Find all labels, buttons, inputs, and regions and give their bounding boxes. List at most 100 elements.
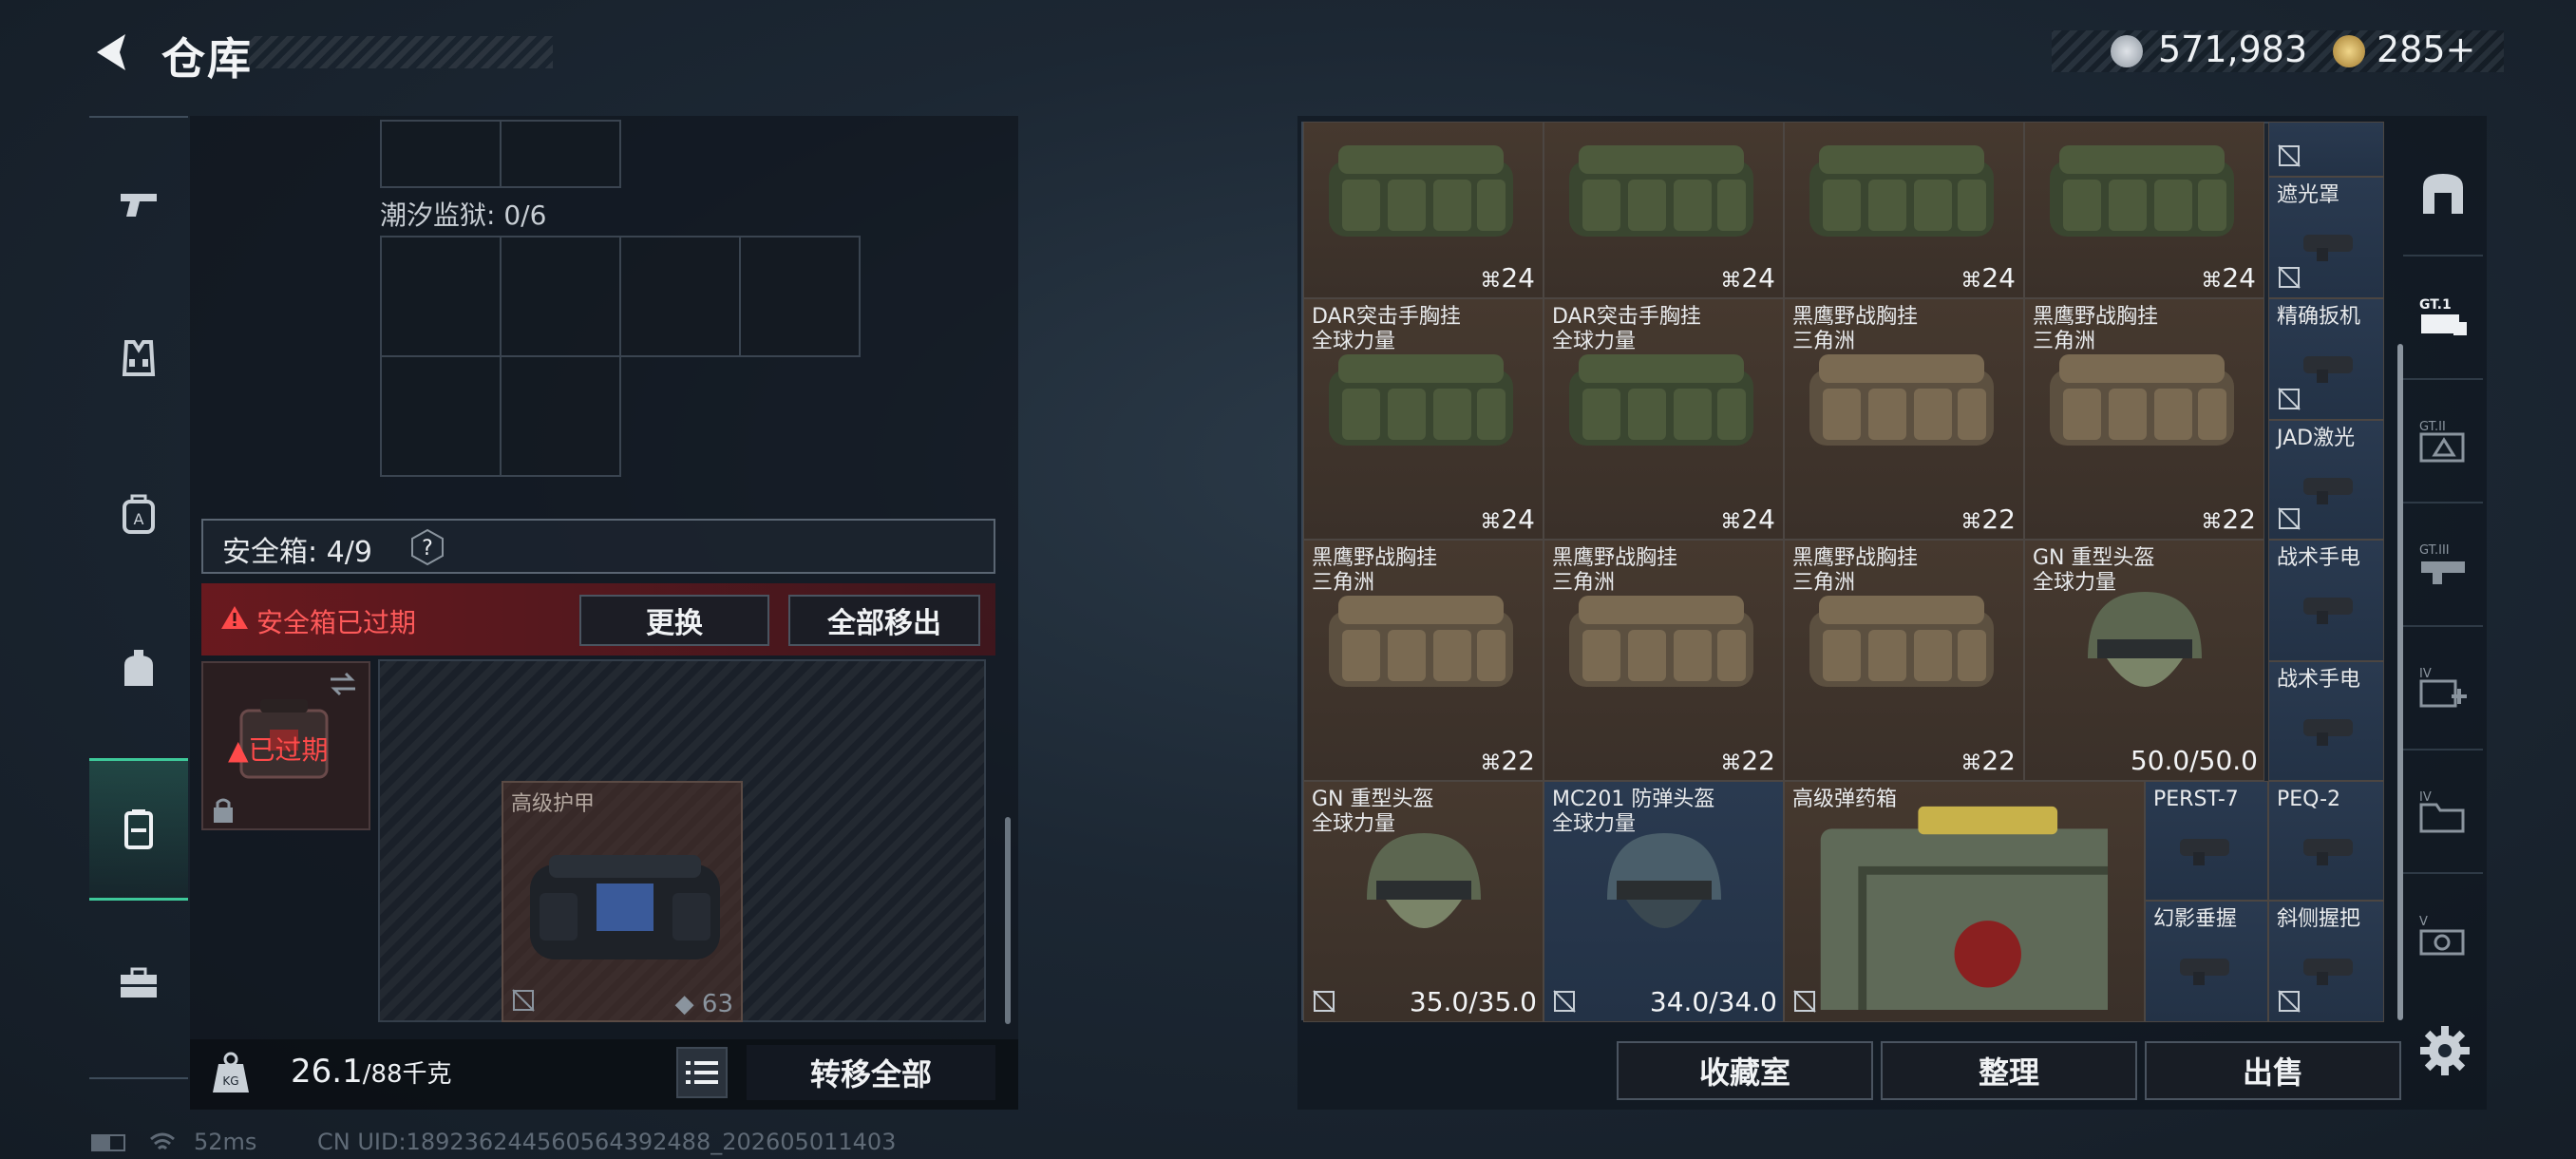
attachment-image [2303, 959, 2353, 985]
nav-item-vest[interactable] [89, 287, 188, 429]
grid-cell[interactable] [380, 355, 502, 477]
svg-text:GT.III: GT.III [2419, 543, 2450, 558]
item-name: 黑鹰野战胸挂 三角洲 [1792, 305, 1919, 353]
grid-cell[interactable] [500, 236, 621, 357]
armor-durability: ◆ 63 [675, 990, 733, 1018]
attachment-item[interactable]: JAD激光 [2268, 420, 2384, 540]
list-view-button[interactable] [676, 1047, 728, 1098]
swap-icon[interactable] [327, 671, 359, 697]
vest-icon: ⌘ [1720, 269, 1742, 293]
inventory-item[interactable]: ⌘24 [2024, 122, 2264, 298]
attachment-image [2180, 959, 2229, 985]
attachment-item[interactable]: 精确扳机 [2268, 298, 2384, 420]
left-scrollbar[interactable] [1005, 817, 1011, 1024]
inventory-item[interactable]: GN 重型头盔 全球力量 35.0/35.0 [1303, 781, 1544, 1022]
attachment-image [2180, 839, 2229, 865]
svg-text:V: V [2419, 915, 2428, 929]
title-decoration [249, 36, 553, 68]
expired-text: 安全箱已过期 [256, 607, 417, 638]
ticket-value[interactable]: 285+ [2377, 28, 2475, 70]
settings-icon[interactable] [2418, 1024, 2472, 1077]
armor-item[interactable]: 高级护甲 ◆ 63 [502, 781, 743, 1022]
inventory-item[interactable]: DAR突击手胸挂 全球力量 ⌘24 [1544, 298, 1784, 540]
inventory-item[interactable]: 黑鹰野战胸挂 三角洲 ⌘22 [2024, 298, 2264, 540]
not-sellable-icon [2278, 990, 2301, 1013]
replace-button[interactable]: 更换 [579, 595, 769, 646]
category-all[interactable] [2403, 133, 2483, 256]
item-image [1329, 145, 1513, 237]
grid-cell[interactable] [619, 236, 741, 357]
grid-cell[interactable] [380, 120, 502, 188]
attachment-image [2303, 356, 2353, 383]
remove-all-button[interactable]: 全部移出 [788, 595, 980, 646]
inventory-item[interactable]: GN 重型头盔 全球力量 50.0/50.0 [2024, 540, 2264, 781]
case-warning-icon: ▲ [228, 734, 249, 766]
attachment-item[interactable]: 战术手电 [2268, 540, 2384, 661]
vest-icon: ⌘ [1720, 510, 1742, 534]
attachment-item[interactable] [2268, 122, 2384, 177]
item-count: ⌘24 [1720, 262, 1775, 294]
attachment-name: JAD激光 [2277, 427, 2356, 450]
category-gear-2[interactable]: GT.II [2403, 380, 2483, 504]
attachment-item[interactable]: 遮光罩 [2268, 177, 2384, 298]
help-icon[interactable]: ? [408, 528, 446, 566]
attachment-item[interactable]: 幻影垂握 [2145, 901, 2268, 1022]
grid-cell[interactable] [739, 236, 861, 357]
inventory-item[interactable]: ⌘24 [1544, 122, 1784, 298]
nav-item-safebox[interactable] [89, 758, 188, 901]
inventory-item[interactable]: 黑鹰野战胸挂 三角洲 ⌘22 [1544, 540, 1784, 781]
back-icon[interactable] [87, 28, 135, 76]
category-gear-1[interactable]: GT.1 [2403, 256, 2483, 380]
inventory-item[interactable]: 高级弹药箱 [1784, 781, 2145, 1022]
ticket-icon [2333, 35, 2365, 67]
svg-text:IV: IV [2419, 790, 2432, 805]
category-gear-3[interactable]: GT.III [2403, 504, 2483, 627]
item-count: ⌘24 [1720, 504, 1775, 535]
inventory-item[interactable]: ⌘24 [1784, 122, 2024, 298]
attachment-item[interactable]: PEQ-2 [2268, 781, 2384, 901]
item-name: GN 重型头盔 全球力量 [2033, 546, 2155, 595]
item-name: MC201 防弹头盔 全球力量 [1552, 788, 1715, 836]
attachment-item[interactable]: PERST-7 [2145, 781, 2268, 901]
not-sellable-icon [512, 989, 535, 1012]
nav-item-toolbox[interactable] [89, 912, 188, 1054]
grid-cell[interactable] [380, 236, 502, 357]
grid-cell[interactable] [500, 120, 621, 188]
grid-cell[interactable] [500, 355, 621, 477]
item-count: ⌘22 [1960, 504, 2016, 535]
item-count-value: 24 [1501, 262, 1535, 294]
inventory-item[interactable]: ⌘24 [1303, 122, 1544, 298]
category-valuables[interactable]: V [2403, 874, 2483, 998]
ticket-plus[interactable]: + [2446, 28, 2476, 70]
inventory-item[interactable]: 黑鹰野战胸挂 三角洲 ⌘22 [1784, 298, 2024, 540]
vest-icon: ⌘ [1480, 510, 1502, 534]
nav-item-weapons[interactable] [89, 133, 188, 276]
sort-button[interactable]: 整理 [1881, 1041, 2137, 1100]
nav-item-backpack[interactable]: A [89, 443, 188, 585]
inventory-item[interactable]: DAR突击手胸挂 全球力量 ⌘24 [1303, 298, 1544, 540]
transfer-all-button[interactable]: 转移全部 [747, 1045, 995, 1100]
safebox-slot[interactable]: ▲已过期 [201, 661, 370, 830]
armor-name: 高级护甲 [511, 792, 596, 816]
item-count: ⌘22 [1960, 745, 2016, 776]
inventory-item[interactable]: 黑鹰野战胸挂 三角洲 ⌘22 [1784, 540, 2024, 781]
item-count-value: 24 [1501, 504, 1535, 535]
sell-button[interactable]: 出售 [2145, 1041, 2401, 1100]
attachment-image [2303, 478, 2353, 504]
folder-category-icon: IV [2419, 790, 2465, 833]
attachment-name: PEQ-2 [2277, 788, 2341, 811]
inventory-item[interactable]: 黑鹰野战胸挂 三角洲 ⌘22 [1303, 540, 1544, 781]
item-name: 高级弹药箱 [1792, 788, 1898, 811]
backpack-icon: A [123, 494, 155, 534]
nav-item-pack[interactable] [89, 598, 188, 741]
item-image [1569, 145, 1753, 237]
collection-room-button[interactable]: 收藏室 [1617, 1041, 1873, 1100]
category-folder[interactable]: IV [2403, 750, 2483, 874]
attachment-item[interactable]: 斜侧握把 [2268, 901, 2384, 1022]
category-medical[interactable]: IV [2403, 627, 2483, 750]
attachment-item[interactable]: 战术手电 [2268, 661, 2384, 781]
shield-icon: ◆ [674, 990, 694, 1018]
item-count: ⌘24 [1480, 504, 1535, 535]
attachment-image [2303, 839, 2353, 865]
inventory-item[interactable]: MC201 防弹头盔 全球力量 34.0/34.0 [1544, 781, 1784, 1022]
